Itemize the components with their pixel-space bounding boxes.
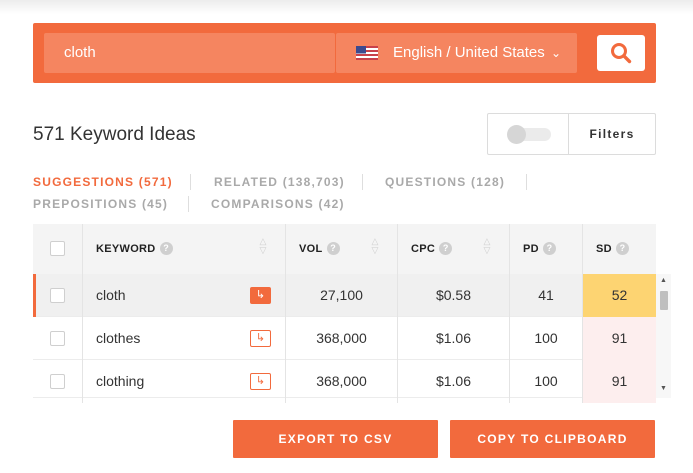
tab-suggestions[interactable]: SUGGESTIONS (571) — [33, 175, 173, 189]
help-icon[interactable]: ? — [159, 242, 173, 255]
search-bar: cloth English / United States ⌄ — [33, 23, 656, 83]
tab-prepositions[interactable]: PREPOSITIONS (45) — [33, 197, 168, 211]
keyword-cell[interactable]: cloth ↳ — [83, 274, 286, 317]
cpc-cell: $1.06 — [398, 360, 510, 403]
table-row[interactable]: clothing ↳ 368,000 $1.06 100 91 — [33, 360, 656, 403]
open-keyword-icon[interactable]: ↳ — [250, 287, 271, 304]
row-select-cell — [33, 360, 83, 403]
sd-cell: 52 — [583, 274, 656, 317]
copy-clipboard-button[interactable]: COPY TO CLIPBOARD — [450, 420, 655, 458]
vol-cell: 27,100 — [286, 274, 398, 317]
table-header: KEYWORD? △ ▽ VOL? △ ▽ CPC? △ ▽ PD? SD? — [33, 224, 656, 274]
table-row[interactable]: cloth ↳ 27,100 $0.58 41 52 — [33, 274, 656, 317]
tab-related[interactable]: RELATED (138,703) — [214, 175, 345, 189]
toggle-knob — [507, 125, 526, 144]
cpc-cell: $0.58 — [398, 274, 510, 317]
help-icon[interactable]: ? — [326, 242, 340, 255]
scroll-down-icon[interactable]: ▼ — [660, 385, 667, 392]
row-select-cell — [33, 274, 83, 317]
keyword-cell[interactable]: clothes ↳ — [83, 317, 286, 360]
sd-cell: 91 — [583, 317, 656, 360]
scroll-thumb[interactable] — [660, 291, 668, 310]
tab-separator — [362, 174, 363, 190]
vol-cell: 368,000 — [286, 317, 398, 360]
header-label: CPC? — [411, 242, 453, 255]
language-select[interactable]: English / United States ⌄ — [336, 33, 577, 73]
row-select-cell — [33, 317, 83, 360]
table-scrollbar[interactable]: ▲ ▼ — [656, 274, 671, 398]
header-sd[interactable]: SD? — [583, 224, 656, 274]
top-shadow — [0, 0, 693, 14]
export-csv-button[interactable]: EXPORT TO CSV — [233, 420, 438, 458]
filters-button[interactable]: Filters — [569, 114, 655, 154]
header-label: VOL? — [299, 242, 340, 255]
keyword-cell[interactable]: clothing ↳ — [83, 360, 286, 403]
sort-icon[interactable]: △ ▽ — [482, 237, 492, 261]
help-icon[interactable]: ? — [542, 242, 556, 255]
filter-toggle[interactable] — [507, 125, 551, 144]
row-checkbox[interactable] — [50, 288, 65, 303]
sort-icon[interactable]: △ ▽ — [258, 237, 268, 261]
open-keyword-icon[interactable]: ↳ — [250, 373, 271, 390]
keyword-text: clothes — [96, 330, 141, 346]
cpc-cell: $1.06 — [398, 317, 510, 360]
pd-cell: 100 — [510, 317, 583, 360]
header-label: SD? — [596, 242, 629, 255]
search-input[interactable]: cloth — [44, 33, 335, 73]
header-label: PD? — [523, 242, 556, 255]
header-cpc[interactable]: CPC? △ ▽ — [398, 224, 510, 274]
pd-cell: 41 — [510, 274, 583, 317]
tab-comparisons[interactable]: COMPARISONS (42) — [211, 197, 345, 211]
row-checkbox[interactable] — [50, 374, 65, 389]
help-icon[interactable]: ? — [439, 242, 453, 255]
header-keyword[interactable]: KEYWORD? △ ▽ — [83, 224, 286, 274]
row-checkbox[interactable] — [50, 331, 65, 346]
header-label: KEYWORD? — [96, 242, 173, 255]
search-button[interactable] — [597, 35, 645, 71]
us-flag-icon — [356, 46, 378, 60]
select-all-checkbox[interactable] — [50, 241, 65, 256]
keyword-text: clothing — [96, 373, 145, 389]
keyword-text: cloth — [96, 287, 126, 303]
vol-cell: 368,000 — [286, 360, 398, 403]
header-pd[interactable]: PD? — [510, 224, 583, 274]
language-label: English / United States — [393, 44, 545, 61]
pd-cell: 100 — [510, 360, 583, 403]
sd-cell: 91 — [583, 360, 656, 403]
filter-panel: Filters — [487, 113, 656, 155]
tab-questions[interactable]: QUESTIONS (128) — [385, 175, 505, 189]
help-icon[interactable]: ? — [615, 242, 629, 255]
scroll-up-icon[interactable]: ▲ — [660, 277, 667, 284]
tab-separator — [190, 174, 191, 190]
header-vol[interactable]: VOL? △ ▽ — [286, 224, 398, 274]
tab-separator — [526, 174, 527, 190]
tab-separator — [188, 196, 189, 212]
open-keyword-icon[interactable]: ↳ — [250, 330, 271, 347]
sort-icon[interactable]: △ ▽ — [370, 237, 380, 261]
table-row[interactable]: clothes ↳ 368,000 $1.06 100 91 — [33, 317, 656, 360]
chevron-down-icon: ⌄ — [551, 46, 562, 60]
header-select-cell — [33, 224, 83, 274]
search-icon — [611, 43, 632, 64]
page-title: 571 Keyword Ideas — [33, 124, 196, 145]
